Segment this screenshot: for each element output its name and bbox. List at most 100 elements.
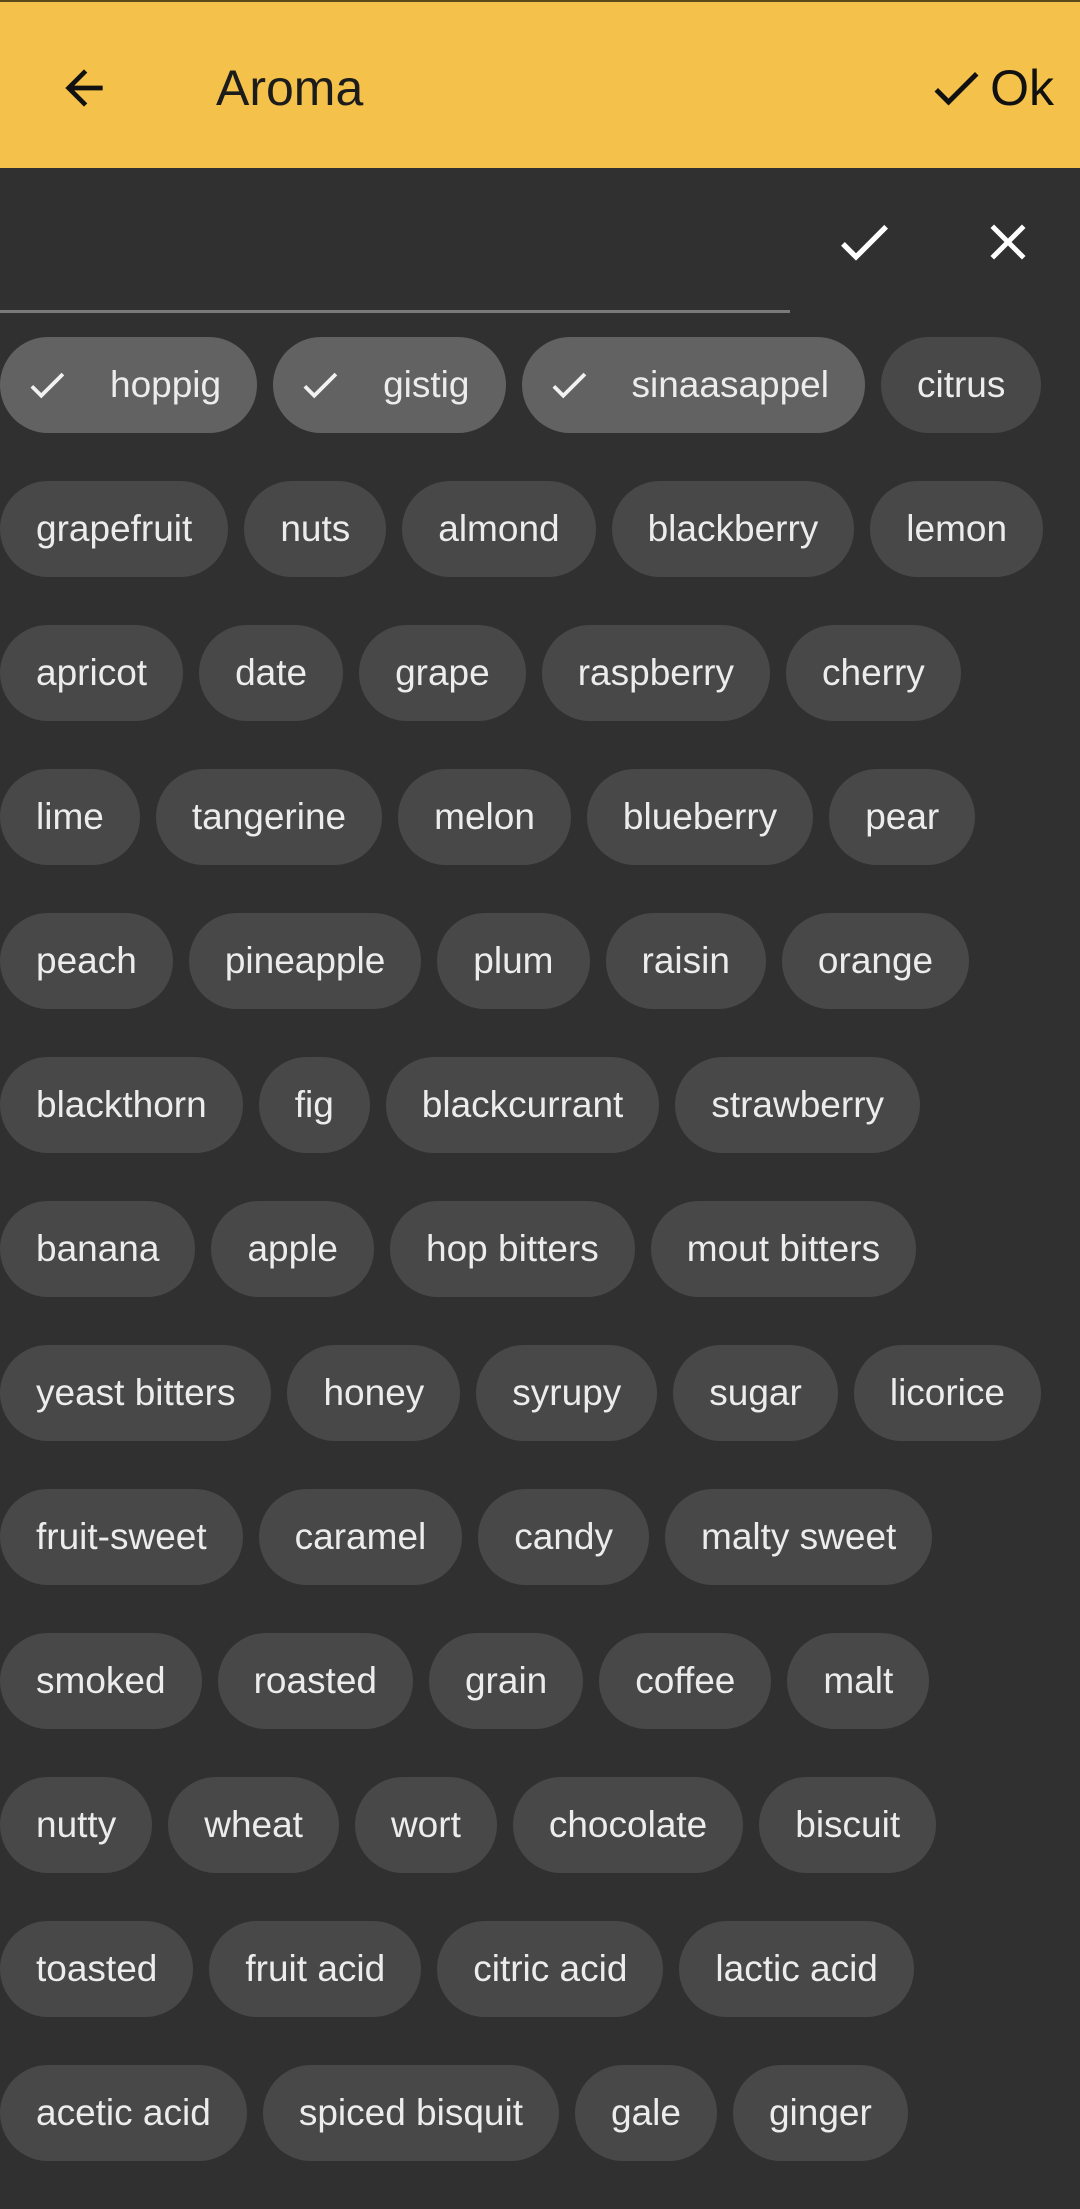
aroma-chip[interactable]: citrus [880,337,1042,433]
chip-row: yeast bitters honey syrupy sugar licorice [0,1345,1080,1441]
chip-row: smoked roasted grain coffee malt [0,1633,1080,1729]
arrow-left-icon [65,69,103,107]
aroma-chip[interactable]: tangerine [155,769,383,865]
aroma-chip-selected[interactable]: hoppig [0,337,258,433]
aroma-chip[interactable]: date [199,625,344,721]
aroma-chip[interactable]: citric acid [437,1921,664,2017]
chip-row: acetic acid spiced bisquit gale ginger [0,2065,1080,2161]
aroma-chip[interactable]: almond [402,481,596,577]
chip-label: ginger [768,2092,872,2133]
chip-label: caramel [294,1516,427,1557]
chip-label: wheat [204,1804,303,1845]
aroma-chip[interactable]: grain [428,1633,584,1729]
aroma-chip[interactable]: banana [0,1201,196,1297]
aroma-chip-list: hoppig gistig sinaasappel citrus grapefruit n… [0,337,1080,2209]
aroma-chip[interactable]: hop bitters [390,1201,635,1297]
aroma-chip[interactable]: toasted [0,1921,194,2017]
aroma-chip-selected[interactable]: sinaasappel [521,337,865,433]
aroma-chip[interactable]: blackcurrant [385,1057,660,1153]
aroma-chip[interactable]: fig [258,1057,370,1153]
aroma-chip[interactable]: raisin [605,913,766,1009]
aroma-chip[interactable]: yeast bitters [0,1345,272,1441]
aroma-chip[interactable]: apricot [0,625,184,721]
chip-label: fig [294,1084,334,1125]
aroma-chip[interactable]: cherry [786,625,961,721]
back-button[interactable] [50,54,118,122]
check-icon [841,224,888,261]
app-bar: Aroma Ok [0,0,1080,168]
chip-label: smoked [36,1660,166,1701]
chip-row: fruit-sweet caramel candy malty sweet [0,1489,1080,1585]
chip-label: roasted [253,1660,377,1701]
check-icon [934,72,979,106]
aroma-chip[interactable]: caramel [258,1489,463,1585]
chip-label: melon [434,796,535,837]
close-icon [990,224,1026,260]
aroma-chip[interactable]: lime [0,769,140,865]
chip-label: banana [36,1228,160,1269]
aroma-chip[interactable]: licorice [853,1345,1041,1441]
chip-label: hop bitters [426,1228,599,1269]
chip-label: apple [247,1228,338,1269]
aroma-chip[interactable]: wheat [168,1777,339,1873]
chip-label: sugar [709,1372,802,1413]
aroma-chip[interactable]: acetic acid [0,2065,247,2161]
chip-label: nutty [36,1804,117,1845]
aroma-chip[interactable]: wort [354,1777,497,1873]
aroma-chip[interactable]: lactic acid [679,1921,914,2017]
aroma-chip[interactable]: fruit-sweet [0,1489,243,1585]
aroma-chip[interactable]: malt [787,1633,930,1729]
aroma-chip[interactable]: nuts [244,481,387,577]
check-icon [297,362,343,408]
aroma-chip[interactable]: blackthorn [0,1057,243,1153]
aroma-chip[interactable]: lemon [870,481,1044,577]
chip-label: almond [438,508,560,549]
chip-label: syrupy [512,1372,622,1413]
search-input[interactable] [0,250,790,313]
aroma-chip[interactable]: nutty [0,1777,153,1873]
aroma-chip[interactable]: grapefruit [0,481,229,577]
aroma-chip[interactable]: strawberry [675,1057,921,1153]
chip-label: apricot [36,652,148,693]
aroma-chip[interactable]: gale [575,2065,717,2161]
chip-label: blackthorn [36,1084,207,1125]
aroma-chip[interactable]: biscuit [759,1777,937,1873]
aroma-chip[interactable]: peach [0,913,173,1009]
aroma-chip[interactable]: fruit acid [209,1921,422,2017]
chip-label: toasted [36,1948,158,1989]
aroma-chip[interactable]: sugar [673,1345,838,1441]
chip-label: fruit-sweet [36,1516,207,1557]
aroma-chip[interactable]: coffee [599,1633,772,1729]
clear-button[interactable] [968,202,1048,282]
aroma-chip[interactable]: melon [398,769,571,865]
aroma-chip[interactable]: pineapple [188,913,422,1009]
aroma-chip[interactable]: syrupy [476,1345,658,1441]
chip-label: blackberry [647,508,819,549]
aroma-chip[interactable]: smoked [0,1633,202,1729]
aroma-chip[interactable]: blueberry [586,769,814,865]
aroma-chip[interactable]: raspberry [541,625,770,721]
aroma-chip[interactable]: plum [437,913,590,1009]
chip-row: lime tangerine melon blueberry pear [0,769,1080,865]
aroma-chip[interactable]: malty sweet [665,1489,933,1585]
ok-button[interactable]: Ok [926,56,1054,120]
aroma-chip[interactable]: spiced bisquit [262,2065,559,2161]
aroma-chip[interactable]: orange [781,913,970,1009]
aroma-chip[interactable]: ginger [732,2065,908,2161]
aroma-chip[interactable]: mout bitters [650,1201,917,1297]
aroma-chip[interactable]: blackberry [611,481,855,577]
chip-label: lactic acid [715,1948,878,1989]
chip-label: peach [36,940,137,981]
aroma-chip[interactable]: honey [287,1345,461,1441]
aroma-chip[interactable]: grape [359,625,526,721]
aroma-chip[interactable]: roasted [217,1633,413,1729]
confirm-button[interactable] [824,202,904,282]
aroma-chip[interactable]: pear [829,769,976,865]
aroma-chip-selected[interactable]: gistig [273,337,506,433]
chip-label: yeast bitters [36,1372,236,1413]
aroma-chip[interactable]: chocolate [512,1777,744,1873]
aroma-chip[interactable]: apple [211,1201,374,1297]
chip-label: orange [817,940,934,981]
chip-label: cherry [822,652,925,693]
aroma-chip[interactable]: candy [478,1489,649,1585]
